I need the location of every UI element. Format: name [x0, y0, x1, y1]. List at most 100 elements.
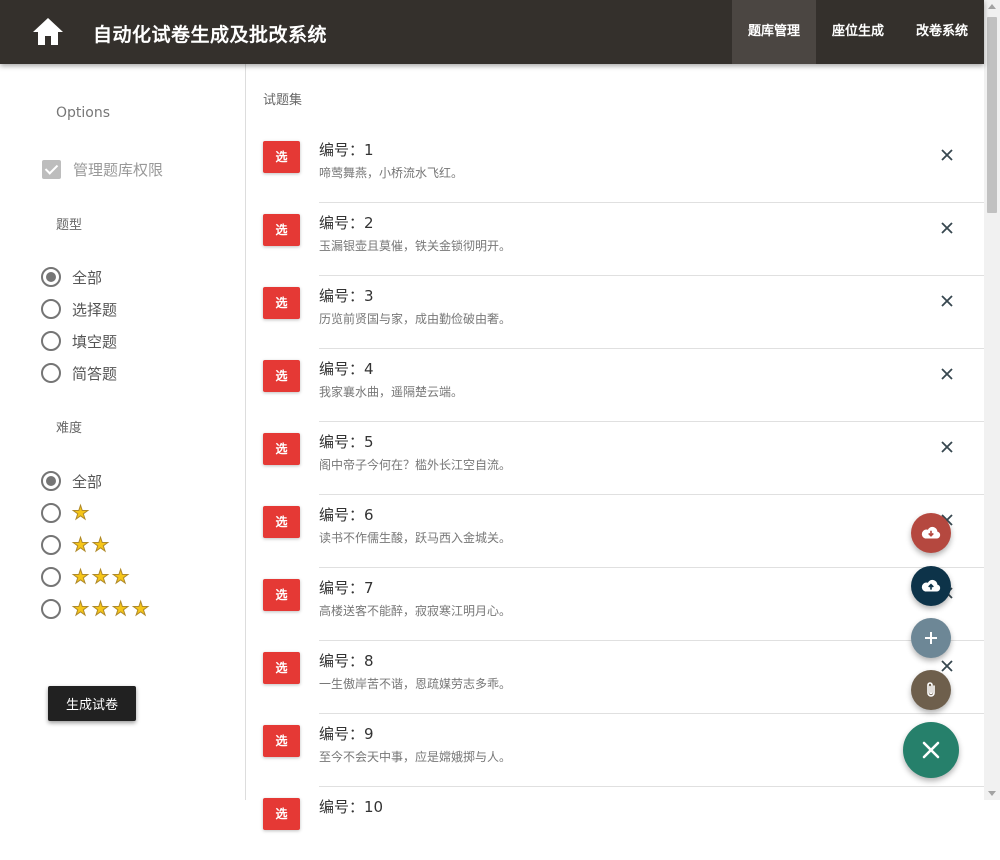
- list-item: 选 编号：7 高楼送客不能醉，寂寂寒江明月心。: [247, 568, 984, 641]
- app-title: 自动化试卷生成及批改系统: [93, 24, 328, 46]
- star-icon: ★: [92, 597, 110, 620]
- attach-icon: [927, 682, 935, 697]
- attach-fab[interactable]: [911, 670, 951, 710]
- radio-button[interactable]: [41, 471, 61, 491]
- list-item: 选 编号：2 玉漏银壶且莫催，铁关金锁彻明开。: [247, 203, 984, 276]
- add-icon: [925, 632, 937, 644]
- options-heading: Options: [56, 105, 111, 121]
- permission-checkbox[interactable]: [42, 160, 61, 179]
- scroll-down-arrow-icon[interactable]: [988, 791, 996, 796]
- nav-grading-system[interactable]: 改卷系统: [900, 0, 984, 64]
- nav-question-bank[interactable]: 题库管理: [731, 0, 816, 64]
- cloud-download-fab[interactable]: [911, 513, 951, 553]
- cloud-download-icon: [921, 526, 941, 539]
- question-number: 编号：3: [319, 287, 374, 305]
- select-button[interactable]: 选: [263, 214, 300, 246]
- question-text: 一生傲岸苦不谐，恩疏媒劳志多乖。: [319, 677, 512, 691]
- question-number: 编号：2: [319, 214, 374, 232]
- question-type-heading: 题型: [56, 218, 83, 233]
- difficulty-radio-2-star[interactable]: ★ ★: [41, 534, 112, 556]
- close-icon[interactable]: [935, 362, 959, 386]
- radio-button[interactable]: [41, 331, 61, 351]
- main-fab-close[interactable]: [903, 722, 959, 778]
- list-item: 选 编号：4 我家襄水曲，遥隔楚云端。: [247, 349, 984, 422]
- question-number: 编号：1: [319, 141, 374, 159]
- close-icon[interactable]: [935, 216, 959, 240]
- select-button[interactable]: 选: [263, 798, 300, 830]
- scroll-up-arrow-icon[interactable]: [988, 4, 996, 9]
- difficulty-heading: 难度: [56, 421, 83, 436]
- generate-exam-button[interactable]: 生成试卷: [48, 686, 136, 721]
- difficulty-radio-1-star[interactable]: ★: [41, 502, 92, 524]
- question-text: 我家襄水曲，遥隔楚云端。: [319, 385, 464, 399]
- close-icon[interactable]: [935, 435, 959, 459]
- question-number: 编号：4: [319, 360, 374, 378]
- radio-button[interactable]: [41, 267, 61, 287]
- star-icon: ★: [71, 565, 90, 588]
- type-radio-short-answer[interactable]: 简答题: [41, 362, 117, 384]
- list-item: 选 编号：8 一生傲岸苦不谐，恩疏媒劳志多乖。: [247, 641, 984, 714]
- nav-seat-generation[interactable]: 座位生成: [816, 0, 900, 64]
- question-text: 至今不会天中事，应是嫦娥掷与人。: [319, 750, 512, 764]
- close-icon[interactable]: [935, 289, 959, 313]
- question-text: 啼莺舞燕，小桥流水飞红。: [319, 166, 464, 180]
- star-icon: ★: [112, 565, 130, 588]
- question-number: 编号：8: [319, 652, 374, 670]
- radio-button[interactable]: [41, 363, 61, 383]
- page-scrollbar[interactable]: [984, 0, 1000, 800]
- question-set-title: 试题集: [263, 93, 303, 108]
- question-number: 编号：7: [319, 579, 374, 597]
- radio-label: 填空题: [72, 332, 118, 351]
- question-number: 编号：10: [319, 798, 384, 816]
- star-icon: ★: [71, 533, 90, 556]
- select-button[interactable]: 选: [263, 579, 300, 611]
- radio-button[interactable]: [41, 503, 61, 523]
- list-item: 选 编号：6 读书不作儒生酸，跃马西入金城关。: [247, 495, 984, 568]
- radio-label: 简答题: [72, 364, 118, 383]
- list-item: 选 编号：1 啼莺舞燕，小桥流水飞红。: [247, 130, 984, 203]
- radio-button[interactable]: [41, 535, 61, 555]
- permission-checkbox-row[interactable]: 管理题库权限: [42, 159, 163, 180]
- cloud-upload-fab[interactable]: [911, 566, 951, 606]
- radio-label: 全部: [72, 472, 103, 491]
- question-text: 高楼送客不能醉，寂寂寒江明月心。: [319, 604, 512, 618]
- type-radio-all[interactable]: 全部: [41, 266, 102, 288]
- close-icon: [922, 741, 940, 759]
- type-radio-choice[interactable]: 选择题: [41, 298, 117, 320]
- question-text: 读书不作儒生酸，跃马西入金城关。: [319, 531, 512, 545]
- radio-label: 选择题: [72, 300, 118, 319]
- close-icon[interactable]: [935, 143, 959, 167]
- star-icon: ★: [92, 533, 110, 556]
- home-icon[interactable]: [32, 17, 64, 47]
- select-button[interactable]: 选: [263, 506, 300, 538]
- radio-button[interactable]: [41, 599, 61, 619]
- select-button[interactable]: 选: [263, 141, 300, 173]
- difficulty-radio-3-star[interactable]: ★ ★ ★: [41, 566, 132, 588]
- question-text: 阁中帝子今何在？槛外长江空自流。: [319, 458, 512, 472]
- radio-button[interactable]: [41, 567, 61, 587]
- difficulty-radio-all[interactable]: 全部: [41, 470, 102, 492]
- question-number: 编号：6: [319, 506, 374, 524]
- select-button[interactable]: 选: [263, 287, 300, 319]
- list-item: 选 编号：5 阁中帝子今何在？槛外长江空自流。: [247, 422, 984, 495]
- star-icon: ★: [132, 597, 150, 620]
- app-header: 自动化试卷生成及批改系统 题库管理 座位生成 改卷系统: [0, 0, 984, 64]
- question-text: 历览前贤国与家，成由勤俭破由奢。: [319, 312, 512, 326]
- question-number: 编号：9: [319, 725, 374, 743]
- options-sidebar: Options 管理题库权限 题型 全部 选择题 填空题 简答题 难度 全部 ★…: [0, 64, 246, 800]
- select-button[interactable]: 选: [263, 433, 300, 465]
- select-button[interactable]: 选: [263, 652, 300, 684]
- star-icon: ★: [71, 501, 90, 524]
- star-icon: ★: [112, 597, 130, 620]
- type-radio-fill-blank[interactable]: 填空题: [41, 330, 117, 352]
- top-nav: 题库管理 座位生成 改卷系统: [731, 0, 984, 64]
- scroll-thumb[interactable]: [987, 17, 997, 213]
- difficulty-radio-4-star[interactable]: ★ ★ ★ ★: [41, 598, 152, 620]
- select-button[interactable]: 选: [263, 725, 300, 757]
- radio-button[interactable]: [41, 299, 61, 319]
- select-button[interactable]: 选: [263, 360, 300, 392]
- add-fab[interactable]: [911, 618, 951, 658]
- radio-label: 全部: [72, 268, 103, 287]
- cloud-upload-icon: [921, 579, 941, 592]
- question-text: 玉漏银壶且莫催，铁关金锁彻明开。: [319, 239, 512, 253]
